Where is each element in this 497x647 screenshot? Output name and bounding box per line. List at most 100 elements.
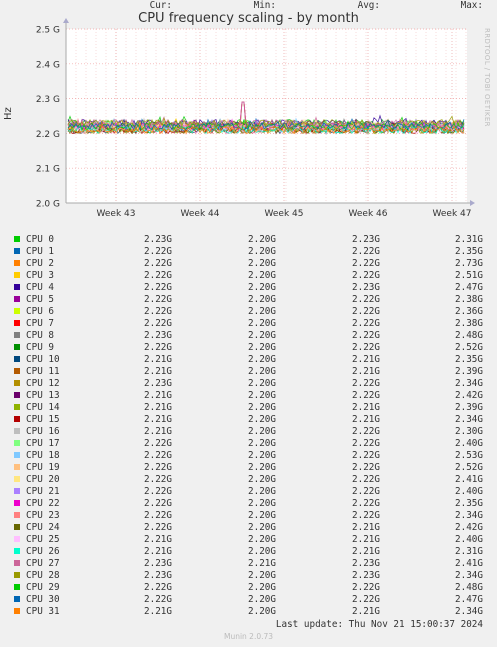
value-min: 2.20G <box>248 474 276 485</box>
legend-label: CPU 18 <box>26 450 60 461</box>
legend-row: CPU 7 2.22G 2.20G 2.22G 2.38G <box>0 318 497 330</box>
legend-swatch <box>14 464 20 470</box>
value-cur: 2.21G <box>144 366 172 377</box>
legend-label: CPU 23 <box>26 510 60 521</box>
legend-swatch <box>14 428 20 434</box>
value-max: 2.30G <box>455 426 483 437</box>
value-avg: 2.22G <box>352 498 380 509</box>
value-avg: 2.22G <box>352 330 380 341</box>
value-avg: 2.23G <box>352 234 380 245</box>
value-min: 2.20G <box>248 522 276 533</box>
legend-swatch <box>14 440 20 446</box>
value-cur: 2.21G <box>144 402 172 413</box>
legend-label: CPU 2 <box>26 258 54 269</box>
legend-row: CPU 16 2.21G 2.20G 2.22G 2.30G <box>0 426 497 438</box>
legend-row: CPU 26 2.21G 2.20G 2.21G 2.31G <box>0 546 497 558</box>
value-min: 2.20G <box>248 318 276 329</box>
value-cur: 2.22G <box>144 282 172 293</box>
legend-row: CPU 18 2.22G 2.20G 2.22G 2.53G <box>0 450 497 462</box>
value-cur: 2.22G <box>144 462 172 473</box>
value-min: 2.20G <box>248 606 276 617</box>
legend-swatch <box>14 392 20 398</box>
legend-label: CPU 28 <box>26 570 60 581</box>
value-cur: 2.21G <box>144 414 172 425</box>
x-tick-label: Week 44 <box>181 209 220 219</box>
legend-swatch <box>14 332 20 338</box>
value-cur: 2.23G <box>144 234 172 245</box>
value-max: 2.52G <box>455 342 483 353</box>
value-cur: 2.21G <box>144 354 172 365</box>
value-avg: 2.21G <box>352 414 380 425</box>
legend-row: CPU 22 2.22G 2.20G 2.22G 2.35G <box>0 498 497 510</box>
value-cur: 2.22G <box>144 510 172 521</box>
value-max: 2.47G <box>455 282 483 293</box>
value-avg: 2.21G <box>352 534 380 545</box>
value-cur: 2.21G <box>144 534 172 545</box>
value-avg: 2.22G <box>352 390 380 401</box>
value-cur: 2.21G <box>144 426 172 437</box>
column-header-max: Max: <box>460 0 483 11</box>
value-max: 2.53G <box>455 450 483 461</box>
legend-row: CPU 0 2.23G 2.20G 2.23G 2.31G <box>0 234 497 246</box>
legend-row: CPU 29 2.22G 2.20G 2.22G 2.48G <box>0 582 497 594</box>
value-avg: 2.22G <box>352 594 380 605</box>
legend-swatch <box>14 476 20 482</box>
y-axis-arrow <box>63 18 69 23</box>
value-avg: 2.22G <box>352 582 380 593</box>
value-avg: 2.22G <box>352 270 380 281</box>
value-min: 2.20G <box>248 594 276 605</box>
legend-label: CPU 6 <box>26 306 54 317</box>
legend-row: CPU 24 2.22G 2.20G 2.21G 2.42G <box>0 522 497 534</box>
value-min: 2.20G <box>248 330 276 341</box>
value-avg: 2.21G <box>352 546 380 557</box>
value-avg: 2.22G <box>352 438 380 449</box>
value-max: 2.34G <box>455 510 483 521</box>
value-cur: 2.22G <box>144 594 172 605</box>
value-min: 2.20G <box>248 450 276 461</box>
legend-row: CPU 31 2.21G 2.20G 2.21G 2.34G <box>0 606 497 618</box>
value-cur: 2.22G <box>144 450 172 461</box>
value-max: 2.48G <box>455 330 483 341</box>
value-min: 2.20G <box>248 306 276 317</box>
value-min: 2.20G <box>248 510 276 521</box>
y-tick-label: 2.5 G <box>36 26 60 36</box>
value-max: 2.34G <box>455 570 483 581</box>
value-cur: 2.22G <box>144 246 172 257</box>
value-min: 2.20G <box>248 342 276 353</box>
legend-swatch <box>14 308 20 314</box>
value-min: 2.20G <box>248 378 276 389</box>
value-max: 2.38G <box>455 318 483 329</box>
value-avg: 2.21G <box>352 606 380 617</box>
legend-row: CPU 21 2.22G 2.20G 2.22G 2.40G <box>0 486 497 498</box>
legend-row: CPU 3 2.22G 2.20G 2.22G 2.51G <box>0 270 497 282</box>
value-cur: 2.22G <box>144 294 172 305</box>
legend-swatch <box>14 236 20 242</box>
value-min: 2.20G <box>248 366 276 377</box>
value-max: 2.36G <box>455 306 483 317</box>
legend-row: CPU 4 2.22G 2.20G 2.23G 2.47G <box>0 282 497 294</box>
value-max: 2.31G <box>455 234 483 245</box>
value-max: 2.34G <box>455 606 483 617</box>
value-min: 2.20G <box>248 282 276 293</box>
legend-swatch <box>14 344 20 350</box>
value-min: 2.20G <box>248 258 276 269</box>
value-cur: 2.22G <box>144 498 172 509</box>
legend-swatch <box>14 248 20 254</box>
legend-swatch <box>14 296 20 302</box>
value-cur: 2.22G <box>144 318 172 329</box>
column-header-min: Min: <box>253 0 276 11</box>
value-avg: 2.22G <box>352 510 380 521</box>
value-cur: 2.23G <box>144 558 172 569</box>
legend-row: CPU 6 2.22G 2.20G 2.22G 2.36G <box>0 306 497 318</box>
value-avg: 2.22G <box>352 258 380 269</box>
legend-label: CPU 21 <box>26 486 60 497</box>
last-update: Last update: Thu Nov 21 15:00:37 2024 <box>275 619 483 630</box>
legend-row: CPU 9 2.22G 2.20G 2.22G 2.52G <box>0 342 497 354</box>
column-header-avg: Avg: <box>357 0 380 11</box>
y-tick-label: 2.2 G <box>36 130 60 140</box>
value-cur: 2.23G <box>144 570 172 581</box>
legend-swatch <box>14 368 20 374</box>
legend-swatch <box>14 488 20 494</box>
value-max: 2.34G <box>455 414 483 425</box>
value-max: 2.47G <box>455 594 483 605</box>
